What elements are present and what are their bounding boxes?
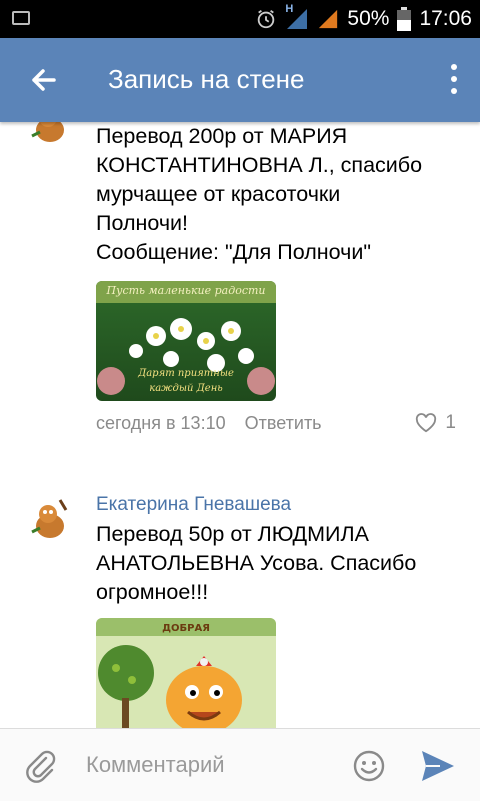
heart-icon <box>416 413 437 433</box>
comment-line: огромное!!! <box>96 580 209 604</box>
comment-text: Перевод 50р от ЛЮДМИЛА АНАТОЛЬЕВНА Усова… <box>96 520 466 607</box>
comment-input[interactable] <box>86 747 336 783</box>
comments-list[interactable]: Перевод 200р от МАРИЯ КОНСТАНТИНОВНА Л.,… <box>0 122 480 728</box>
comment-line: КОНСТАНТИНОВНА Л., спасибо <box>96 153 423 177</box>
comment-image-flowers[interactable]: Пусть маленькие радости Дарят приятные к… <box>96 281 276 401</box>
avatar[interactable] <box>24 492 74 542</box>
more-options-icon[interactable] <box>448 64 460 98</box>
signal-orange-icon <box>319 9 338 29</box>
comment-line: Перевод 50р от ЛЮДМИЛА <box>96 522 369 546</box>
app-bar: Запись на стене <box>0 38 480 122</box>
avatar[interactable] <box>24 122 74 146</box>
status-bar: H 50% 17:06 <box>0 0 480 38</box>
image-caption: Дарят приятные <box>137 368 234 379</box>
alarm-clock-icon <box>258 9 275 29</box>
battery-percent: 50% <box>347 7 390 30</box>
comment-line: Перевод 200р от МАРИЯ <box>96 124 348 148</box>
image-caption: ДОБРАЯ <box>162 623 210 634</box>
comment-text: Перевод 200р от МАРИЯ КОНСТАНТИНОВНА Л.,… <box>96 122 466 267</box>
image-caption: Пусть маленькие радости <box>105 284 265 297</box>
reply-button[interactable]: Ответить <box>245 413 322 433</box>
like-button[interactable]: 1 <box>415 412 456 434</box>
comment-bar <box>0 728 480 801</box>
clock: 17:06 <box>419 7 472 30</box>
comment-author[interactable]: Екатерина Гневашева <box>96 494 291 516</box>
like-count: 1 <box>445 412 456 433</box>
battery-icon <box>397 7 412 31</box>
send-icon[interactable] <box>420 749 456 783</box>
signal-icon: H <box>285 3 309 31</box>
network-type-label: H <box>285 3 294 15</box>
comment-line: Сообщение: "Для Полночи" <box>96 240 371 264</box>
comment-line: мурчащее от красоточки <box>96 182 341 206</box>
gallery-notification-icon <box>12 11 30 25</box>
comment-time: сегодня в 13:10 <box>96 413 226 433</box>
back-arrow-icon[interactable] <box>24 60 64 100</box>
page-title: Запись на стене <box>108 64 305 94</box>
comment-image-kolobok[interactable]: ДОБРАЯ <box>96 618 276 728</box>
comment-meta: сегодня в 13:10 Ответить <box>96 413 322 434</box>
image-caption: каждый День <box>149 383 222 394</box>
comment-line: Полночи! <box>96 211 189 235</box>
emoji-icon[interactable] <box>352 749 386 783</box>
attach-paperclip-icon[interactable] <box>24 749 58 783</box>
comment-line: АНАТОЛЬЕВНА Усова. Спасибо <box>96 551 417 575</box>
